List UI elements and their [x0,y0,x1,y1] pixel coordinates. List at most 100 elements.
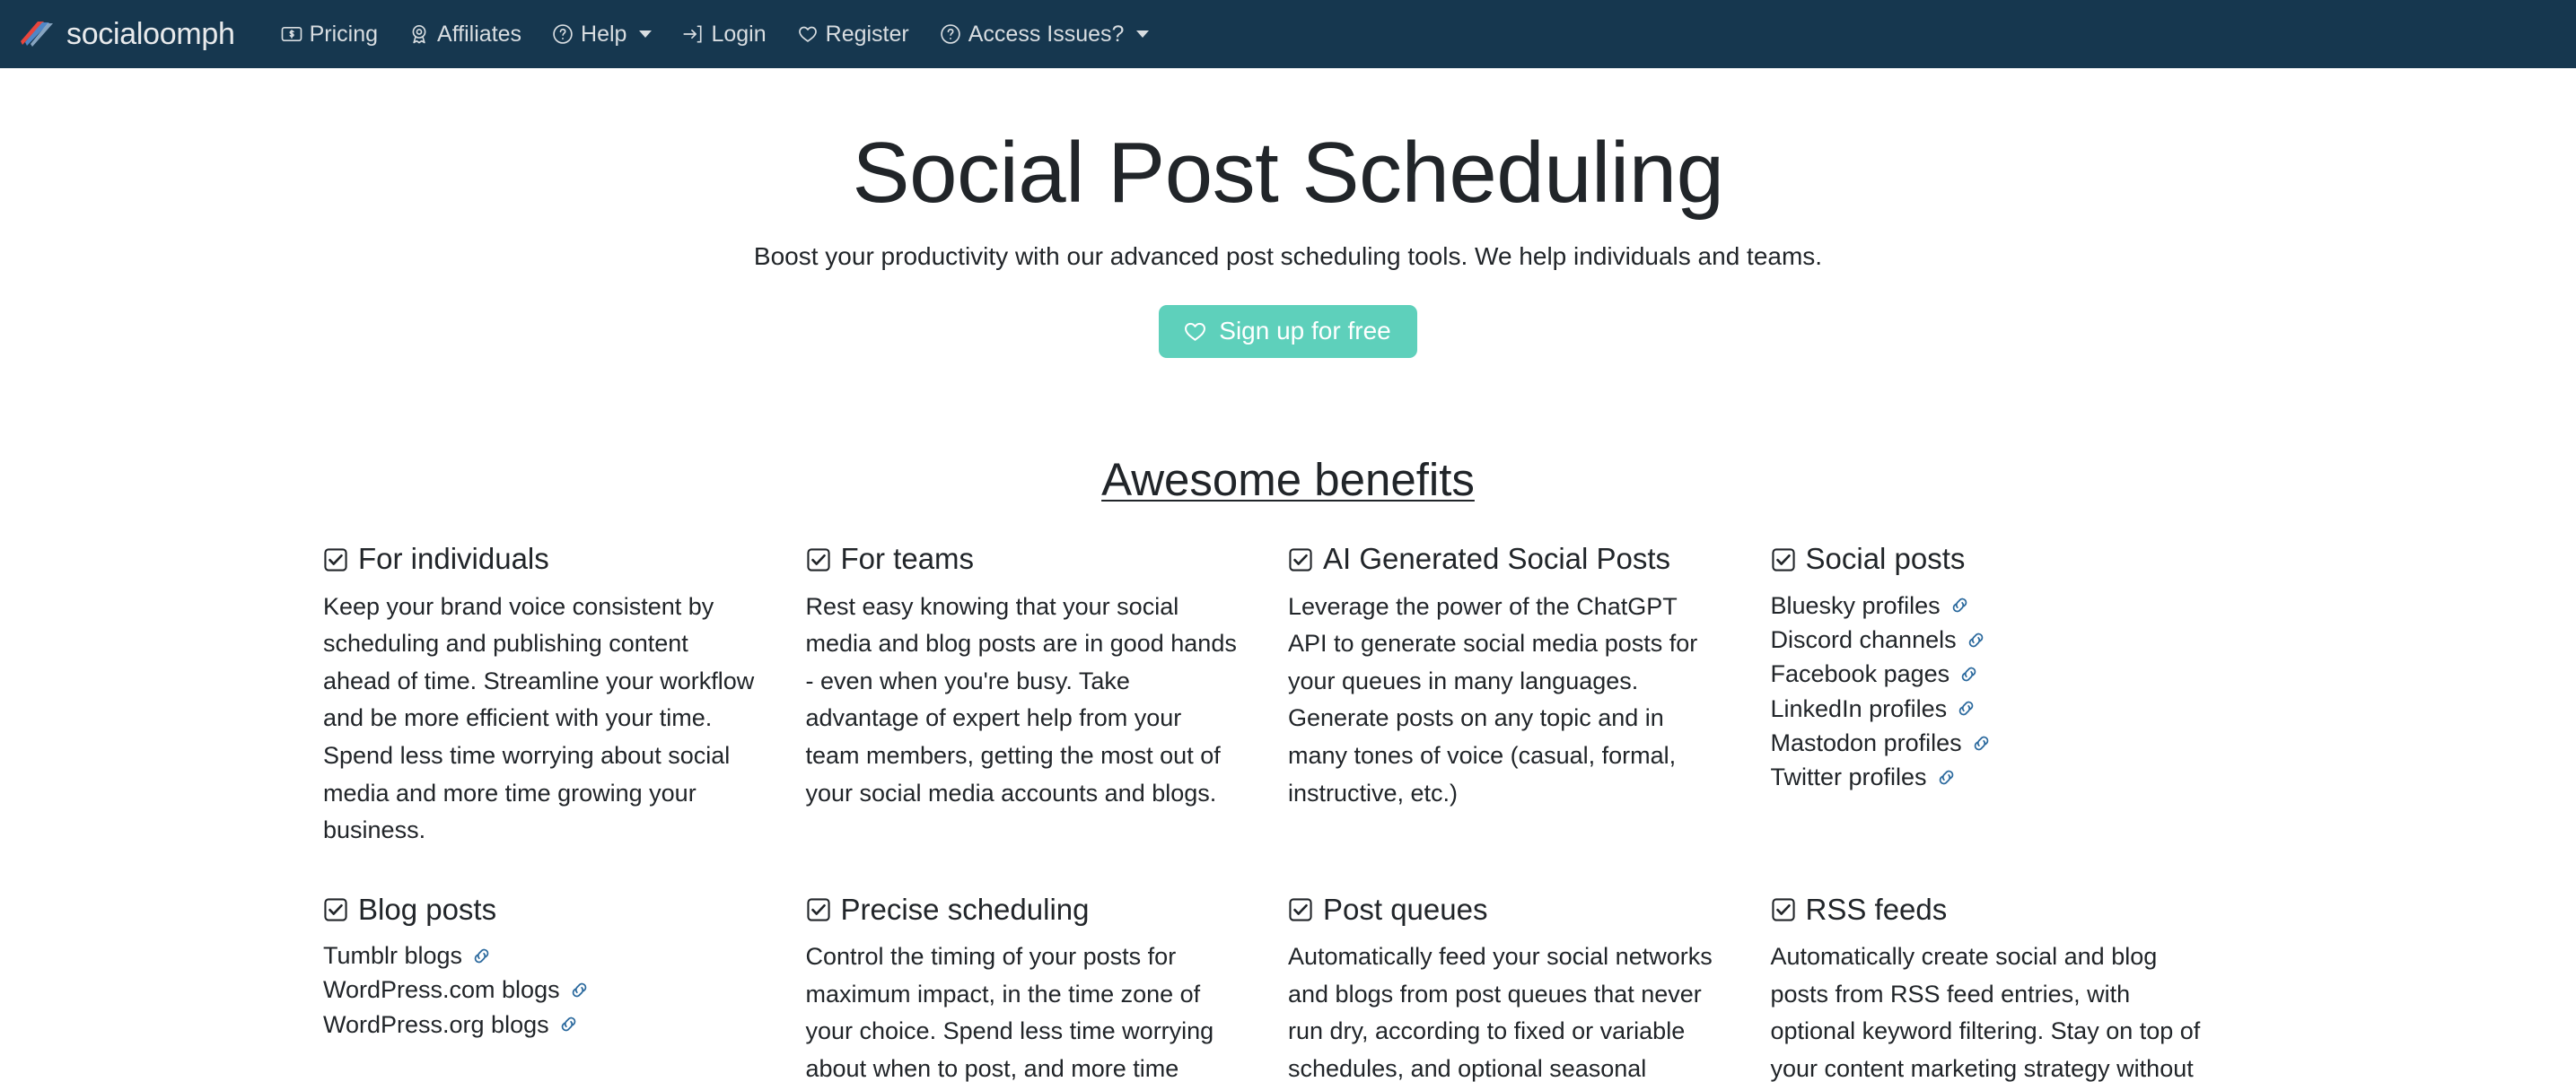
benefit-body: Leverage the power of the ChatGPT API to… [1288,592,1698,807]
nav-item-label: Pricing [309,21,379,47]
benefit-body: Keep your brand voice consistent by sche… [323,592,755,844]
link-label: Mastodon profiles [1770,729,1962,757]
benefit-blog-posts: Blog posts Tumblr blogs WordPress.com bl… [323,891,806,1082]
benefit-title: AI Generated Social Posts [1323,542,1671,576]
chain-link-icon [1970,732,1993,755]
checkbox-checked-icon [1288,895,1313,922]
heart-icon [1183,319,1207,344]
chevron-down-icon [639,31,653,38]
link-label: WordPress.com blogs [323,976,560,1004]
checkbox-checked-icon [323,895,348,922]
benefit-title-row: For individuals [323,540,757,577]
benefit-body: Automatically feed your social networks … [1288,943,1713,1082]
benefit-title-row: Blog posts [323,891,757,928]
page-title: Social Post Scheduling [852,125,1724,221]
checkbox-checked-icon [1771,545,1796,572]
benefit-body: Rest easy knowing that your social media… [805,592,1237,807]
cash-dollar-icon [281,23,302,45]
chain-link-icon [1965,629,1987,651]
link-label: Twitter profiles [1770,764,1927,791]
sign-up-for-free-button[interactable]: Sign up for free [1159,305,1417,359]
chain-link-icon [568,979,591,1001]
benefit-title: Post queues [1323,892,1488,926]
benefit-title: Social posts [1805,542,1966,576]
benefit-for-teams: For teams Rest easy knowing that your so… [806,540,1289,849]
link-label: Bluesky profiles [1770,591,1941,619]
chain-link-icon [557,1013,580,1035]
brand-name: socialoomph [66,17,235,51]
benefit-title: Precise scheduling [840,892,1090,926]
benefit-title: For teams [840,542,975,576]
checkbox-checked-icon [1288,545,1313,572]
list-item[interactable]: Facebook pages [1771,657,2204,691]
box-arrow-in-right-icon [682,23,704,45]
benefits-grid: For individuals Keep your brand voice co… [323,540,2253,1082]
nav-item-label: Access Issues? [968,21,1125,47]
nav-item-label: Affiliates [437,21,522,47]
benefit-title: Blog posts [358,892,497,926]
benefit-body: Control the timing of your posts for max… [805,943,1214,1082]
question-circle-icon [552,23,574,45]
list-item[interactable]: Tumblr blogs [323,938,757,973]
benefit-title-row: Post queues [1288,891,1722,928]
link-label: WordPress.org blogs [323,1010,549,1038]
link-label: LinkedIn profiles [1770,694,1948,722]
nav-item-help[interactable]: Help [537,16,667,53]
benefit-for-individuals: For individuals Keep your brand voice co… [323,540,806,849]
row-spacer [323,850,2253,891]
link-label: Discord channels [1770,626,1957,654]
benefit-title: For individuals [358,542,549,576]
nav-item-label: Login [711,21,767,47]
benefit-precise-scheduling: Precise scheduling Control the timing of… [806,891,1289,1082]
cta-label: Sign up for free [1219,317,1391,345]
benefit-post-queues: Post queues Automatically feed your soci… [1288,891,1771,1082]
hero-subtitle: Boost your productivity with our advance… [753,242,1823,271]
nav-item-register[interactable]: Register [782,16,924,53]
list-item[interactable]: Bluesky profiles [1771,589,2204,623]
heart-icon [797,23,819,45]
list-item[interactable]: Mastodon profiles [1771,726,2204,760]
list-item[interactable]: WordPress.com blogs [323,973,757,1007]
benefit-social-posts: Social posts Bluesky profiles Discord ch… [1771,540,2254,849]
nav-links: Pricing Affiliates Help Login Register A… [266,16,1165,53]
benefit-title-row: For teams [806,540,1240,577]
benefit-title-row: AI Generated Social Posts [1288,540,1722,577]
benefit-title-row: Social posts [1771,540,2204,577]
benefit-title: RSS feeds [1805,892,1948,926]
list-item[interactable]: Discord channels [1771,623,2204,657]
checkbox-checked-icon [806,545,831,572]
link-label: Tumblr blogs [323,942,463,969]
paper-plane-logo-icon [20,20,56,48]
social-platform-link-list: Bluesky profiles Discord channels Facebo… [1771,589,2204,795]
brand-logo-link[interactable]: socialoomph [20,19,235,49]
checkbox-checked-icon [1771,895,1796,922]
list-item[interactable]: Twitter profiles [1771,760,2204,794]
chain-link-icon [1958,663,1980,685]
benefits-heading-text: Awesome benefits [1101,454,1475,506]
benefit-title-row: RSS feeds [1771,891,2204,928]
link-label: Facebook pages [1770,660,1950,688]
benefits-heading: Awesome benefits [0,452,2576,507]
nav-item-label: Register [825,21,909,47]
list-item[interactable]: WordPress.org blogs [323,1008,757,1042]
nav-item-access-issues[interactable]: Access Issues? [924,16,1165,53]
question-circle-icon [940,23,961,45]
chain-link-icon [1949,594,1971,616]
hero-section: Social Post Scheduling Boost your produc… [0,68,2576,359]
nav-item-pricing[interactable]: Pricing [266,16,393,53]
nav-item-login[interactable]: Login [667,16,781,53]
blog-platform-link-list: Tumblr blogs WordPress.com blogs WordPre… [323,938,757,1042]
nav-item-label: Help [581,21,627,47]
benefit-ai-generated-social-posts: AI Generated Social Posts Leverage the p… [1288,540,1771,849]
chain-link-icon [1955,697,1977,720]
top-navbar: socialoomph Pricing Affiliates Help Logi… [0,0,2576,68]
benefit-body: Automatically create social and blog pos… [1770,943,2201,1082]
benefit-rss-feeds: RSS feeds Automatically create social an… [1771,891,2254,1082]
nav-item-affiliates[interactable]: Affiliates [393,16,537,53]
award-badge-icon [408,23,430,45]
benefit-title-row: Precise scheduling [806,891,1240,928]
list-item[interactable]: LinkedIn profiles [1771,692,2204,726]
checkbox-checked-icon [806,895,831,922]
chain-link-icon [1935,766,1958,789]
chevron-down-icon [1136,31,1150,38]
